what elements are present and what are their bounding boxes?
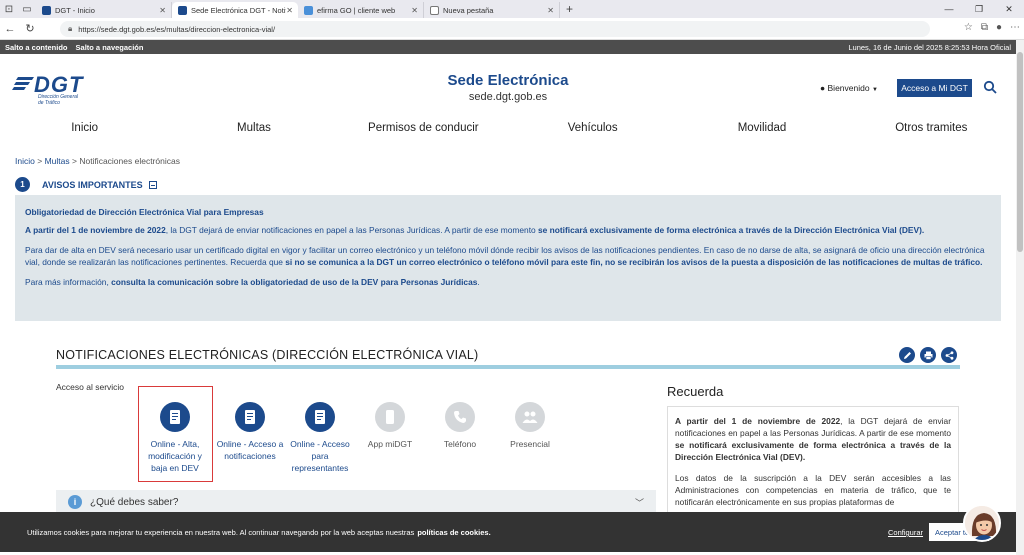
dgt-favicon-icon (42, 5, 51, 15)
tab-actions-icon[interactable]: ▭ (18, 0, 36, 18)
nav-item-otros[interactable]: Otros tramites (847, 118, 1016, 138)
avisos-paragraph: A partir del 1 de noviembre de 2022, la … (25, 225, 925, 235)
skip-links-bar: Salto a contenido Salto a navegación Lun… (0, 40, 1016, 54)
close-window-icon[interactable]: ✕ (994, 0, 1024, 18)
nav-item-movilidad[interactable]: Movilidad (677, 118, 846, 138)
chevron-down-icon: ﹀ (634, 497, 644, 508)
avisos-paragraph: Para dar de alta en DEV será necesario u… (25, 245, 985, 267)
address-bar: ← ↻ 🔒︎ https://sede.dgt.gob.es/es/multas… (0, 18, 1024, 40)
service-app-midgt: App miDGT (355, 402, 425, 450)
nav-item-inicio[interactable]: Inicio (0, 118, 169, 138)
official-time: Lunes, 16 de Junio del 2025 8:25:53 Hora… (848, 42, 1011, 52)
nav-item-multas[interactable]: Multas (169, 118, 338, 138)
breadcrumb: Inicio > Multas > Notificaciones electró… (15, 156, 180, 166)
site-header: DGT Dirección General de Tráfico Sede El… (0, 54, 1016, 114)
avisos-toggle[interactable]: 1 AVISOS IMPORTANTES (15, 177, 157, 192)
info-icon: i (68, 495, 82, 509)
skip-to-nav-link[interactable]: Salto a navegación (76, 43, 144, 52)
close-tab-icon[interactable]: ✕ (547, 6, 554, 15)
browser-tab[interactable]: Nueva pestaña ✕ (424, 2, 560, 18)
service-telefono: Teléfono (425, 402, 495, 450)
welcome-dropdown[interactable]: ● Bienvenido ▼ (820, 83, 878, 93)
recuerda-title: Recuerda (667, 384, 724, 399)
document-icon (305, 402, 335, 432)
nav-item-vehiculos[interactable]: Vehículos (508, 118, 677, 138)
service-acceso-representantes[interactable]: Online - Acceso para representantes (285, 402, 355, 474)
people-icon (515, 402, 545, 432)
collapse-icon[interactable] (148, 180, 157, 189)
access-mi-dgt-button[interactable]: Acceso a Mi DGT (897, 79, 972, 97)
caret-down-icon: ▼ (871, 87, 878, 93)
new-tab-favicon-icon (430, 5, 439, 15)
selection-highlight (138, 386, 213, 482)
recuerda-panel: A partir del 1 de noviembre de 2022, la … (667, 406, 959, 516)
nav-item-permisos[interactable]: Permisos de conducir (339, 118, 508, 138)
skip-to-content-link[interactable]: Salto a contenido (5, 43, 68, 52)
service-acceso-notificaciones[interactable]: Online - Acceso a notificaciones (215, 402, 285, 462)
profile-icon[interactable]: ● (996, 22, 1002, 33)
avisos-heading: Obligatoriedad de Dirección Electrónica … (25, 207, 264, 217)
browser-tab-bar: ⊡ ▭ DGT - Inicio ✕ Sede Electrónica DGT … (0, 0, 1024, 18)
service-access-label: Acceso al servicio (56, 382, 125, 392)
share-icon (945, 350, 953, 360)
phone-icon (445, 402, 475, 432)
avisos-count-badge: 1 (15, 177, 30, 192)
browser-tab-active[interactable]: Sede Electrónica DGT - Notificaci ✕ (172, 2, 298, 18)
efirma-favicon-icon (304, 5, 313, 15)
more-menu-icon[interactable]: ⋯ (1010, 22, 1020, 33)
browser-tab[interactable]: DGT - Inicio ✕ (36, 2, 172, 18)
collections-icon[interactable]: ⧉ (981, 22, 988, 33)
favorite-star-icon[interactable]: ☆ (964, 22, 973, 33)
user-circle-icon: ● (820, 83, 826, 93)
workspaces-icon[interactable]: ⊡ (0, 0, 18, 18)
breadcrumb-home[interactable]: Inicio (15, 156, 35, 166)
page-scrollbar[interactable] (1016, 40, 1024, 555)
restore-icon[interactable]: ❐ (964, 0, 994, 18)
service-presencial: Presencial (495, 402, 565, 450)
close-tab-icon[interactable]: ✕ (159, 6, 166, 15)
main-nav: Inicio Multas Permisos de conducir Vehíc… (0, 118, 1016, 138)
edit-button[interactable] (899, 347, 915, 363)
print-button[interactable] (920, 347, 936, 363)
cookie-policy-link[interactable]: políticas de cookies. (417, 528, 490, 537)
dgt-favicon-icon (178, 5, 187, 15)
search-icon[interactable] (983, 80, 997, 94)
url-input[interactable]: 🔒︎ https://sede.dgt.gob.es/es/multas/dir… (60, 21, 930, 37)
mobile-app-icon (375, 402, 405, 432)
minimize-icon[interactable]: — (934, 0, 964, 18)
document-icon (235, 402, 265, 432)
breadcrumb-multas[interactable]: Multas (45, 156, 70, 166)
browser-tab[interactable]: efirma GO | cliente web ✕ (298, 2, 424, 18)
breadcrumb-current: Notificaciones electrónicas (79, 156, 180, 166)
pencil-icon (903, 351, 911, 359)
page-title: NOTIFICACIONES ELECTRÓNICAS (DIRECCIÓN E… (56, 348, 479, 362)
close-tab-icon[interactable]: ✕ (411, 6, 418, 15)
close-tab-icon[interactable]: ✕ (286, 6, 293, 15)
faq-accordion[interactable]: i ¿Qué debes saber? ﹀ (56, 490, 656, 514)
new-tab-button[interactable]: + (560, 2, 579, 16)
avisos-panel: Obligatoriedad de Dirección Electrónica … (15, 195, 1001, 321)
reload-icon[interactable]: ↻ (20, 22, 40, 35)
share-button[interactable] (941, 347, 957, 363)
dev-info-link[interactable]: consulta la comunicación sobre la obliga… (111, 277, 477, 287)
cookie-banner: Utilizamos cookies para mejorar tu exper… (0, 512, 1016, 552)
assistant-avatar-icon[interactable] (963, 504, 1001, 542)
back-icon[interactable]: ← (0, 23, 20, 35)
lock-icon: 🔒︎ (68, 24, 73, 33)
cookie-config-link[interactable]: Configurar (888, 528, 923, 537)
section-divider (56, 365, 960, 369)
printer-icon (924, 351, 932, 360)
avisos-paragraph: Para más información, consulta la comuni… (25, 277, 480, 287)
